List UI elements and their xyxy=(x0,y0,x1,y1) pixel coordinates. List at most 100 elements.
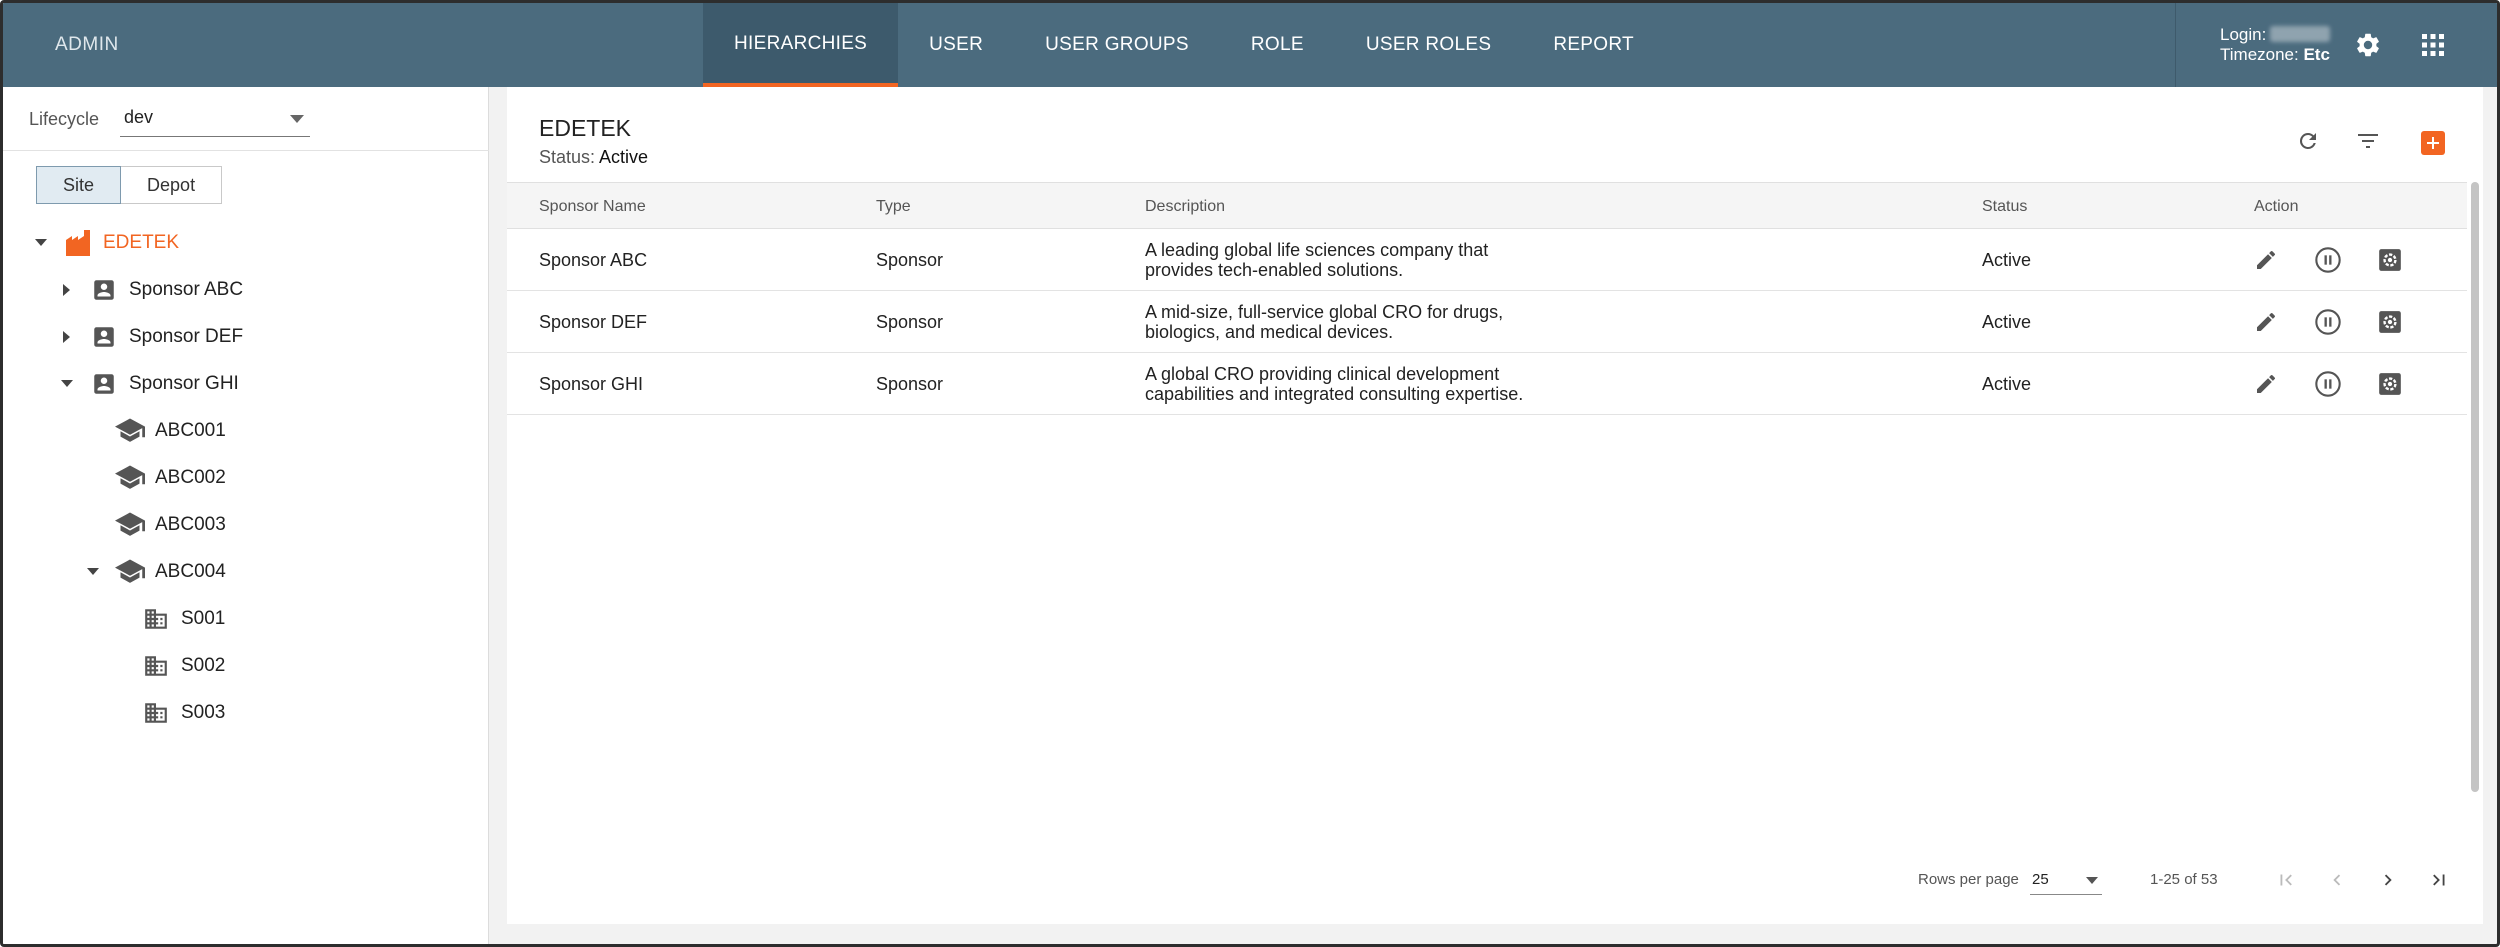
site-depot-toggle: Site Depot xyxy=(36,166,223,204)
tree-node-label: Sponsor DEF xyxy=(129,326,244,347)
cell-description: A global CRO providing clinical developm… xyxy=(1145,353,1565,415)
page-title: EDETEK xyxy=(539,115,632,141)
tree-node-label: ABC004 xyxy=(155,561,226,582)
cell-type: Sponsor xyxy=(876,249,944,270)
school-icon xyxy=(115,416,145,446)
cell-type: Sponsor xyxy=(876,373,944,394)
cell-description: A leading global life sciences company t… xyxy=(1145,229,1565,291)
rows-per-page-select[interactable]: 25 xyxy=(2030,863,2102,895)
login-info: Login: Timezone: Etc xyxy=(2220,25,2331,65)
sponsor-table: Sponsor Name Type Description Status Act… xyxy=(507,182,2467,415)
first-page-icon[interactable] xyxy=(2271,865,2301,895)
filter-icon[interactable] xyxy=(2354,127,2382,155)
tree-node-s002[interactable]: S002 xyxy=(109,646,225,686)
toggle-site[interactable]: Site xyxy=(36,166,122,204)
col-status[interactable]: Status xyxy=(1982,183,2027,230)
lifecycle-select[interactable]: dev xyxy=(120,101,310,137)
table-row[interactable]: Sponsor DEF Sponsor A mid-size, full-ser… xyxy=(507,291,2467,353)
settings-box-icon[interactable] xyxy=(2376,246,2404,274)
col-description[interactable]: Description xyxy=(1145,183,1225,230)
cell-sponsor-name: Sponsor GHI xyxy=(539,373,644,394)
edit-icon[interactable] xyxy=(2252,308,2280,336)
tree-node-label: S001 xyxy=(181,608,226,629)
edit-icon[interactable] xyxy=(2252,246,2280,274)
tree-node-label: ABC001 xyxy=(155,420,226,441)
tree-node-sponsor-def[interactable]: Sponsor DEF xyxy=(57,317,243,357)
settings-gear-icon[interactable] xyxy=(2354,31,2382,59)
account-box-icon xyxy=(89,322,119,352)
login-label: Login: xyxy=(2220,25,2267,44)
cell-description: A mid-size, full-service global CRO for … xyxy=(1145,291,1565,353)
table-row[interactable]: Sponsor GHI Sponsor A global CRO providi… xyxy=(507,353,2467,415)
masked-username xyxy=(2270,26,2331,42)
building-icon xyxy=(63,228,93,258)
table-row[interactable]: Sponsor ABC Sponsor A leading global lif… xyxy=(507,229,2467,291)
tab-user-roles[interactable]: USER ROLES xyxy=(1335,3,1522,87)
tree-node-abc003[interactable]: ABC003 xyxy=(83,505,226,545)
tree-node-sponsor-abc[interactable]: Sponsor ABC xyxy=(57,270,243,310)
caret-down-icon[interactable] xyxy=(83,562,103,582)
tree-node-abc001[interactable]: ABC001 xyxy=(83,411,226,451)
tree-node-sponsor-ghi[interactable]: Sponsor GHI xyxy=(57,364,239,404)
chevron-down-icon xyxy=(290,115,304,123)
tab-hierarchies[interactable]: HIERARCHIES xyxy=(703,3,899,87)
col-sponsor-name[interactable]: Sponsor Name xyxy=(539,183,646,230)
tree-node-label: ABC003 xyxy=(155,514,226,535)
cell-status: Active xyxy=(1982,249,2032,270)
hierarchy-sidebar: Lifecycle dev Site Depot EDETEK Sponsor … xyxy=(3,87,489,944)
next-page-icon[interactable] xyxy=(2373,865,2403,895)
tree-node-abc002[interactable]: ABC002 xyxy=(83,458,226,498)
tree-node-label: S002 xyxy=(181,655,226,676)
toggle-depot[interactable]: Depot xyxy=(121,166,223,204)
last-page-icon[interactable] xyxy=(2424,865,2454,895)
tab-user[interactable]: USER xyxy=(898,3,1014,87)
apps-grid-icon[interactable] xyxy=(2421,33,2445,57)
timezone-label: Timezone: xyxy=(2220,45,2299,64)
main-content: EDETEK Status: Active Sponsor Name Type … xyxy=(507,87,2483,924)
table-scrollbar[interactable] xyxy=(2471,182,2479,792)
caret-right-icon[interactable] xyxy=(57,280,77,300)
school-icon xyxy=(115,463,145,493)
main-nav: HIERARCHIES USER USER GROUPS ROLE USER R… xyxy=(703,3,1665,87)
edit-icon[interactable] xyxy=(2252,370,2280,398)
status-label: Status: xyxy=(539,147,596,167)
col-action: Action xyxy=(2254,198,2299,215)
pause-circle-icon[interactable] xyxy=(2314,370,2342,398)
col-type[interactable]: Type xyxy=(876,183,911,230)
school-icon xyxy=(115,510,145,540)
rows-per-page-value: 25 xyxy=(2032,871,2049,888)
table-pagination: Rows per page 25 1-25 of 53 xyxy=(507,857,2467,903)
tree-node-label: ABC002 xyxy=(155,467,226,488)
school-icon xyxy=(115,557,145,587)
user-area: Login: Timezone: Etc xyxy=(2175,3,2497,87)
desc-line: biologics, and medical devices. xyxy=(1145,322,1394,342)
app-brand: ADMIN xyxy=(55,34,119,55)
office-icon xyxy=(141,604,171,634)
pause-circle-icon[interactable] xyxy=(2314,246,2342,274)
tab-report[interactable]: REPORT xyxy=(1522,3,1665,87)
pagination-range: 1-25 of 53 xyxy=(2150,871,2218,888)
tab-role[interactable]: ROLE xyxy=(1220,3,1335,87)
tree-node-edetek[interactable]: EDETEK xyxy=(31,223,179,263)
cell-sponsor-name: Sponsor ABC xyxy=(539,249,648,270)
settings-box-icon[interactable] xyxy=(2376,308,2404,336)
account-box-icon xyxy=(89,369,119,399)
table-header: Sponsor Name Type Description Status Act… xyxy=(507,182,2467,229)
pause-circle-icon[interactable] xyxy=(2314,308,2342,336)
timezone-value: Etc xyxy=(2303,45,2330,64)
caret-down-icon[interactable] xyxy=(31,233,51,253)
add-icon[interactable] xyxy=(2421,131,2445,155)
cell-status: Active xyxy=(1982,373,2032,394)
caret-right-icon[interactable] xyxy=(57,327,77,347)
cell-type: Sponsor xyxy=(876,311,944,332)
previous-page-icon[interactable] xyxy=(2322,865,2352,895)
tree-node-s003[interactable]: S003 xyxy=(109,693,225,733)
settings-box-icon[interactable] xyxy=(2376,370,2404,398)
tree-node-abc004[interactable]: ABC004 xyxy=(83,552,226,592)
tree-node-s001[interactable]: S001 xyxy=(109,599,225,639)
caret-down-icon[interactable] xyxy=(57,374,77,394)
app-window: ADMIN HIERARCHIES USER USER GROUPS ROLE … xyxy=(0,0,2500,947)
tab-user-groups[interactable]: USER GROUPS xyxy=(1014,3,1220,87)
cell-sponsor-name: Sponsor DEF xyxy=(539,311,648,332)
refresh-icon[interactable] xyxy=(2294,127,2322,155)
